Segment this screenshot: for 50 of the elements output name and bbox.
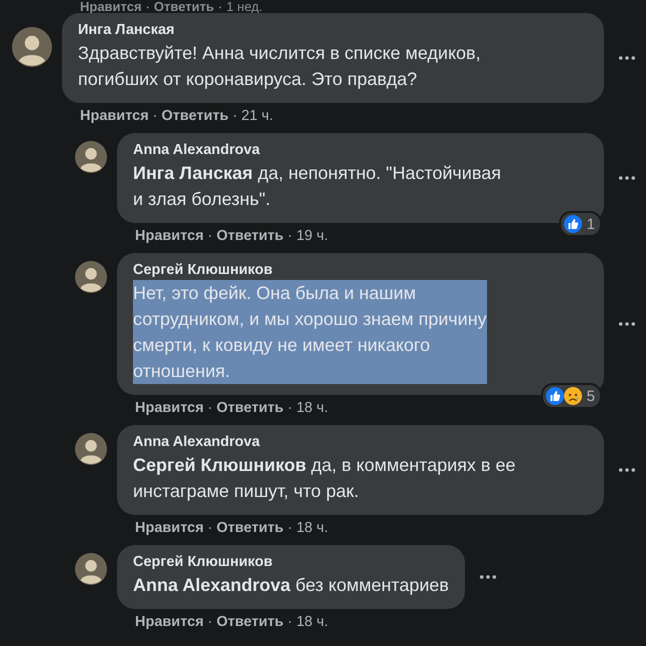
sad-emoji-icon	[562, 386, 583, 406]
comment-text: Anna Alexandrova без комментариев	[133, 574, 449, 597]
avatar	[75, 261, 107, 293]
like-link[interactable]: Нравится	[135, 227, 204, 245]
author-name[interactable]: Сергей Клюшников	[133, 262, 588, 278]
timestamp[interactable]: 18 ч.	[296, 399, 328, 417]
timestamp[interactable]: 1 нед.	[226, 0, 262, 13]
separator-dot: ·	[208, 399, 212, 417]
like-link[interactable]: Нравится	[135, 519, 204, 537]
like-link[interactable]: Нравится	[80, 0, 142, 13]
reaction-badge[interactable]: 1	[558, 211, 602, 237]
separator-dot: ·	[146, 0, 150, 13]
reaction-badge[interactable]: 5	[540, 383, 602, 409]
author-name[interactable]: Anna Alexandrova	[133, 434, 588, 450]
like-icon	[562, 214, 583, 234]
reply-link[interactable]: Ответить	[216, 227, 284, 245]
reply-link[interactable]: Ответить	[216, 613, 284, 631]
separator-dot: ·	[218, 0, 222, 13]
author-name[interactable]: Сергей Клюшников	[133, 554, 449, 570]
timestamp[interactable]: 21 ч.	[241, 107, 274, 125]
separator-dot: ·	[152, 107, 158, 125]
separator-dot: ·	[232, 107, 238, 125]
avatar	[75, 553, 107, 585]
separator-dot: ·	[208, 519, 212, 537]
author-name[interactable]: Инга Ланская	[78, 22, 588, 38]
like-icon	[544, 386, 565, 406]
like-link[interactable]: Нравится	[135, 613, 204, 631]
like-link[interactable]: Нравится	[135, 399, 204, 417]
avatar	[75, 141, 107, 173]
reply-link[interactable]: Ответить	[216, 519, 284, 537]
separator-dot: ·	[208, 227, 212, 245]
timestamp[interactable]: 19 ч.	[296, 227, 328, 245]
timestamp[interactable]: 18 ч.	[296, 519, 328, 537]
separator-dot: ·	[288, 399, 292, 417]
comment-text: Сергей Клюшников да, в комментариях в ее инстаграме пишут, что рак.	[133, 454, 516, 503]
comment-text: Инга Ланская да, непонятно. "Настойчивая и злая болезнь".	[133, 162, 501, 211]
separator-dot: ·	[288, 613, 292, 631]
reply-link[interactable]: Ответить	[162, 107, 229, 125]
author-name[interactable]: Anna Alexandrova	[133, 142, 588, 158]
comment-text: Нет, это фейк. Она была и нашим сотрудником, и мы хорошо знаем причину смерти, к ковиду не имеет никакого отношения.	[133, 280, 487, 384]
timestamp[interactable]: 18 ч.	[296, 613, 328, 631]
avatar	[12, 27, 52, 67]
separator-dot: ·	[208, 613, 212, 631]
comment-text: Здравствуйте! Анна числится в списке медиков, погибших от коронавируса. Это правда?	[78, 42, 481, 91]
reply-link[interactable]: Ответить	[154, 0, 214, 13]
like-link[interactable]: Нравится	[80, 107, 149, 125]
avatar	[75, 433, 107, 465]
separator-dot: ·	[288, 519, 292, 537]
reply-link[interactable]: Ответить	[216, 399, 284, 417]
separator-dot: ·	[288, 227, 292, 245]
